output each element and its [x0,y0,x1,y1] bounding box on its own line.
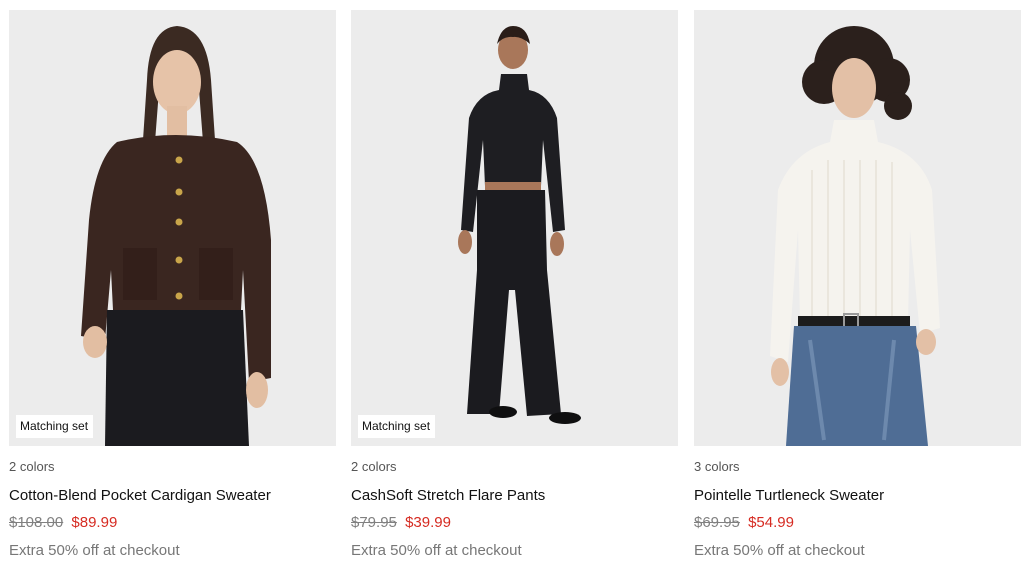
promo-text: Extra 50% off at checkout [351,542,522,559]
model-photo [351,10,678,446]
product-image[interactable]: Matching set [9,10,336,446]
original-price: $69.95 [694,514,740,531]
price-row: $79.95 $39.99 [351,514,451,531]
color-count[interactable]: 3 colors [694,459,740,474]
color-count[interactable]: 2 colors [9,459,55,474]
price-row: $69.95 $54.99 [694,514,794,531]
product-name[interactable]: Pointelle Turtleneck Sweater [694,487,884,504]
product-image[interactable]: Matching set [351,10,678,446]
product-card[interactable]: Matching set 2 colors CashSoft Stretch F… [351,10,678,570]
sale-price: $54.99 [748,514,794,531]
matching-set-badge: Matching set [16,415,94,438]
model-photo [9,10,336,446]
promo-text: Extra 50% off at checkout [694,542,865,559]
sale-price: $89.99 [71,514,118,531]
original-price: $79.95 [351,514,397,531]
model-photo [694,10,1021,446]
product-grid: Matching set 2 colors Cotton-Blend Pocke… [9,10,1021,570]
product-name[interactable]: CashSoft Stretch Flare Pants [351,487,545,504]
original-price: $108.00 [9,514,64,531]
price-row: $108.00 $89.99 [9,514,117,531]
promo-text: Extra 50% off at checkout [9,542,180,559]
color-count[interactable]: 2 colors [351,459,397,474]
product-card[interactable]: 3 colors Pointelle Turtleneck Sweater $6… [694,10,1021,570]
matching-set-badge: Matching set [358,415,436,438]
product-name[interactable]: Cotton-Blend Pocket Cardigan Sweater [9,487,271,504]
product-card[interactable]: Matching set 2 colors Cotton-Blend Pocke… [9,10,336,570]
product-image[interactable] [694,10,1021,446]
sale-price: $39.99 [405,514,451,531]
